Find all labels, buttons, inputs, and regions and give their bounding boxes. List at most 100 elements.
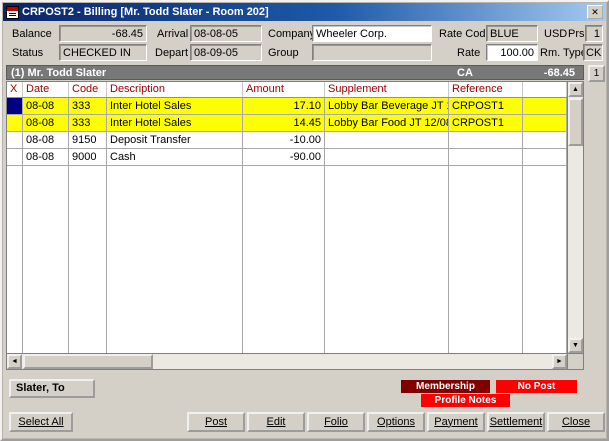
column-header-date: Date	[23, 82, 69, 97]
rate-field[interactable]: 100.00	[486, 44, 538, 61]
cell-supplement: Lobby Bar Beverage JT 12/08	[325, 98, 449, 115]
column-header-select: X	[7, 82, 23, 97]
column-header-code: Code	[69, 82, 107, 97]
arrival-field[interactable]: 08-08-05	[190, 25, 262, 42]
app-icon	[6, 6, 19, 19]
cell-amount: -10.00	[243, 132, 325, 149]
edit-button[interactable]: Edit	[247, 412, 305, 432]
cell-spacer	[523, 149, 567, 166]
payment-button[interactable]: Payment	[427, 412, 485, 432]
company-field[interactable]: Wheeler Corp.	[312, 25, 432, 42]
row-select-cell[interactable]	[7, 149, 23, 166]
profile-notes-badge[interactable]: Profile Notes	[421, 394, 510, 407]
cell-reference: CRPOST1	[449, 115, 523, 132]
grid-header-row: X Date Code Description Amount Supplemen…	[7, 82, 567, 98]
guest-tab-button[interactable]: Slater, To	[9, 379, 95, 398]
window-number-button[interactable]: 1	[588, 65, 605, 82]
cell-reference	[449, 132, 523, 149]
prs-label: Prs	[568, 28, 585, 41]
row-select-cell[interactable]	[7, 132, 23, 149]
close-icon: ✕	[591, 7, 599, 17]
v-scroll-thumb[interactable]	[568, 98, 583, 146]
no-post-badge[interactable]: No Post	[496, 380, 577, 393]
cell-description: Inter Hotel Sales	[107, 115, 243, 132]
group-label: Group	[268, 47, 299, 60]
company-label: Company	[268, 28, 315, 41]
folio-button[interactable]: Folio	[307, 412, 365, 432]
transaction-row[interactable]: 08-08 333 Inter Hotel Sales 14.45 Lobby …	[7, 115, 567, 132]
depart-label: Depart	[155, 47, 188, 60]
cell-amount: 14.45	[243, 115, 325, 132]
v-scrollbar[interactable]: ▲ ▼	[567, 82, 583, 353]
cell-reference	[449, 149, 523, 166]
rate-code-label: Rate Code	[439, 28, 492, 41]
titlebar-close-button[interactable]: ✕	[587, 5, 603, 19]
rm-type-label: Rm. Type	[540, 47, 587, 60]
scroll-up-icon: ▲	[572, 86, 579, 93]
h-scrollbar[interactable]: ◄ ►	[7, 353, 567, 369]
post-button[interactable]: Post	[187, 412, 245, 432]
cell-spacer	[523, 115, 567, 132]
cell-supplement	[325, 132, 449, 149]
cell-date: 08-08	[23, 98, 69, 115]
rm-type-field[interactable]: CK	[583, 44, 603, 61]
status-label: Status	[12, 47, 43, 60]
rate-label: Rate	[457, 47, 480, 60]
column-header-amount: Amount	[243, 82, 325, 97]
close-action-button[interactable]: Close	[547, 412, 605, 432]
select-all-button[interactable]: Select All	[9, 412, 73, 432]
scroll-right-button[interactable]: ►	[552, 354, 567, 369]
transactions-grid: X Date Code Description Amount Supplemen…	[6, 81, 584, 370]
scroll-left-button[interactable]: ◄	[7, 354, 22, 369]
scroll-right-icon: ►	[556, 358, 563, 365]
transaction-row[interactable]: 08-08 9000 Cash -90.00	[7, 149, 567, 166]
cell-description: Deposit Transfer	[107, 132, 243, 149]
scrollbar-corner	[567, 353, 583, 369]
cell-date: 08-08	[23, 132, 69, 149]
membership-badge[interactable]: Membership	[401, 380, 490, 393]
window-title: CRPOST2 - Billing [Mr. Todd Slater - Roo…	[22, 6, 584, 18]
row-select-cell[interactable]	[7, 115, 23, 132]
prs-field[interactable]: 1	[585, 25, 603, 42]
column-header-description: Description	[107, 82, 243, 97]
column-header-supplement: Supplement	[325, 82, 449, 97]
column-header-reference: Reference	[449, 82, 523, 97]
cell-amount: 17.10	[243, 98, 325, 115]
scroll-down-icon: ▼	[572, 342, 579, 349]
settlement-button[interactable]: Settlement	[487, 412, 545, 432]
cell-code: 333	[69, 115, 107, 132]
group-field[interactable]	[312, 44, 432, 61]
cell-date: 08-08	[23, 149, 69, 166]
guest-header-bar: (1) Mr. Todd Slater CA -68.45	[6, 65, 584, 80]
row-select-cell[interactable]	[7, 98, 23, 115]
cell-date: 08-08	[23, 115, 69, 132]
rate-code-field[interactable]: BLUE	[486, 25, 538, 42]
options-button[interactable]: Options	[367, 412, 425, 432]
cell-amount: -90.00	[243, 149, 325, 166]
scroll-up-button[interactable]: ▲	[568, 82, 583, 97]
transaction-row[interactable]: 08-08 333 Inter Hotel Sales 17.10 Lobby …	[7, 98, 567, 115]
column-header-spacer	[523, 82, 567, 97]
guest-payment-code: CA	[457, 66, 473, 81]
cell-reference: CRPOST1	[449, 98, 523, 115]
depart-field[interactable]: 08-09-05	[190, 44, 262, 61]
status-field[interactable]: CHECKED IN	[59, 44, 147, 61]
billing-window: CRPOST2 - Billing [Mr. Todd Slater - Roo…	[0, 0, 609, 441]
titlebar: CRPOST2 - Billing [Mr. Todd Slater - Roo…	[3, 3, 606, 21]
transaction-row[interactable]: 08-08 9150 Deposit Transfer -10.00	[7, 132, 567, 149]
cell-spacer	[523, 98, 567, 115]
cell-description: Cash	[107, 149, 243, 166]
cell-code: 9000	[69, 149, 107, 166]
scroll-left-icon: ◄	[11, 358, 18, 365]
guest-name: (1) Mr. Todd Slater	[11, 66, 106, 81]
cell-spacer	[523, 132, 567, 149]
scroll-down-button[interactable]: ▼	[568, 338, 583, 353]
guest-balance: -68.45	[544, 66, 575, 81]
cell-supplement	[325, 149, 449, 166]
cell-code: 9150	[69, 132, 107, 149]
h-scroll-thumb[interactable]	[23, 354, 153, 369]
balance-label: Balance	[12, 28, 52, 41]
balance-field[interactable]: -68.45	[59, 25, 147, 42]
arrival-label: Arrival	[157, 28, 188, 41]
cell-description: Inter Hotel Sales	[107, 98, 243, 115]
